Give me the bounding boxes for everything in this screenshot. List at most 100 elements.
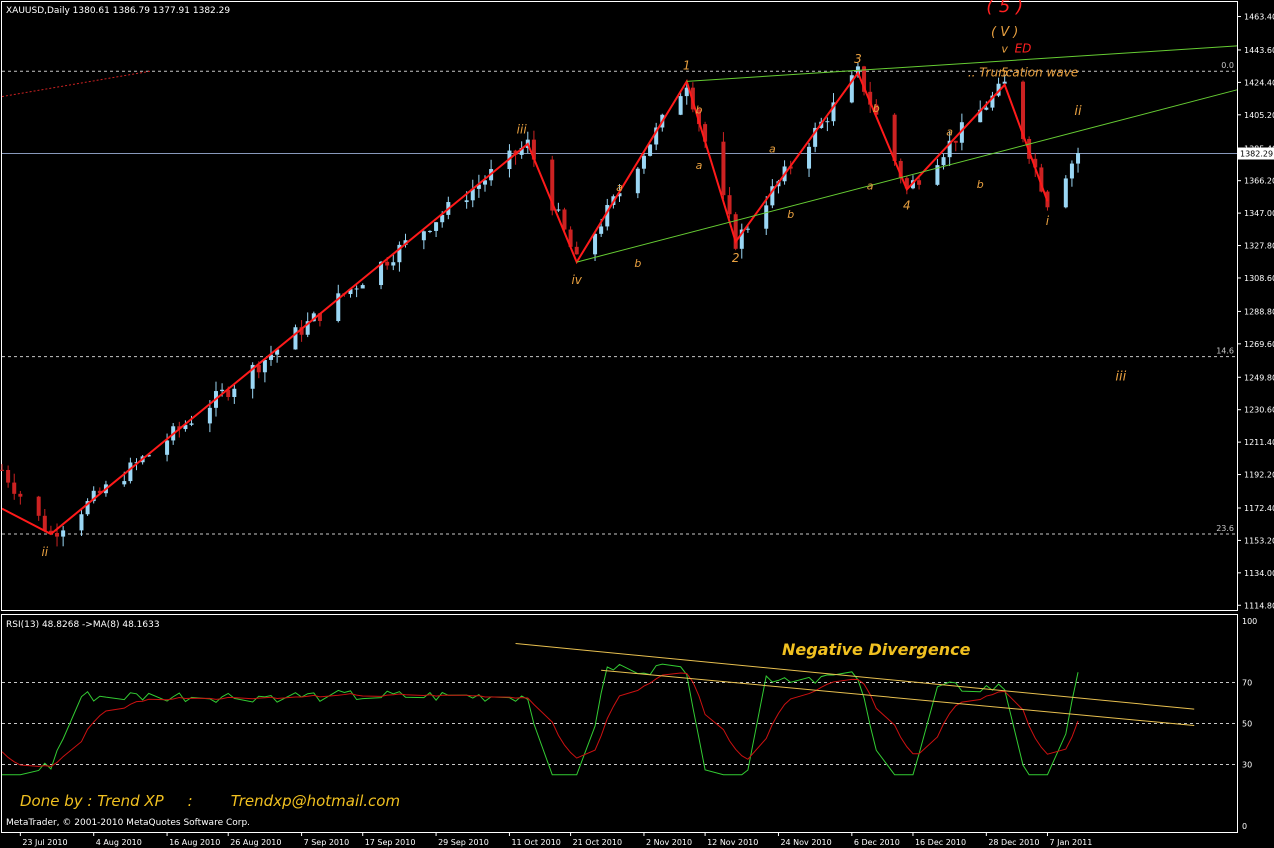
wave-label: ( V ) — [991, 25, 1018, 40]
time-tick-label: 2 Nov 2010 — [646, 838, 692, 847]
time-tick-label: 7 Jan 2011 — [1049, 838, 1092, 847]
candle-body — [293, 327, 298, 350]
candle-body — [984, 107, 989, 110]
symbol-header: XAUUSD,Daily 1380.61 1386.79 1377.91 138… — [6, 6, 230, 16]
wave-label: i — [1046, 214, 1050, 228]
rsi-line — [2, 663, 1079, 776]
fib-extension-line — [1, 70, 151, 98]
price-tick-label: 1192.20 — [1244, 471, 1274, 480]
price-tick-label: 1211.40 — [1244, 438, 1274, 447]
candle-body — [207, 407, 212, 424]
wave-label: a — [616, 181, 623, 194]
fib-level-label: 0.0 — [1221, 61, 1234, 70]
candle-body — [55, 532, 60, 537]
price-tick-label: 1443.60 — [1244, 46, 1274, 55]
candle-body — [421, 231, 426, 241]
wave-label: a — [696, 159, 703, 172]
wave-label: b — [695, 103, 702, 116]
candle-body — [12, 482, 17, 494]
rsi-header: RSI(13) 48.8268 ->MA(8) 48.1633 — [6, 620, 160, 630]
time-tick-label: 6 Dec 2010 — [854, 838, 900, 847]
price-tick-label: 1347.00 — [1244, 209, 1274, 218]
candle-body — [128, 462, 133, 482]
candles — [0, 62, 1081, 547]
rsi-tick-label: 100 — [1242, 617, 1257, 626]
time-tick-label: 21 Oct 2010 — [573, 838, 622, 847]
wave-label: 4 — [903, 199, 911, 213]
wave-line — [1, 70, 1049, 536]
wave-label: ED — [1015, 42, 1032, 56]
price-chart[interactable]: 0.014.623.6 iiiiiiv12345v( V )( 5 )ED.. … — [0, 0, 1274, 848]
time-tick-label: 16 Dec 2010 — [915, 838, 966, 847]
candle-body — [427, 230, 432, 232]
candle-body — [641, 155, 646, 169]
candle-body — [635, 168, 640, 194]
candle-body — [599, 226, 604, 234]
overlay-lines — [1, 45, 1238, 536]
wave-label: 1 — [683, 59, 691, 73]
price-tick-label: 1424.40 — [1244, 78, 1274, 87]
price-tick-label: 1269.60 — [1244, 340, 1274, 349]
time-tick-label: 16 Aug 2010 — [169, 838, 220, 847]
candle-body — [648, 144, 653, 156]
candle-body — [892, 114, 897, 161]
candle-body — [593, 233, 598, 255]
candle-body — [262, 359, 267, 373]
time-tick-label: 7 Sep 2010 — [304, 838, 350, 847]
candle-body — [391, 262, 396, 266]
time-tick-label: 11 Oct 2010 — [511, 838, 560, 847]
rsi-tick-label: 0 — [1242, 822, 1247, 831]
candle-body — [941, 157, 946, 166]
price-tick-label: 1366.20 — [1244, 177, 1274, 186]
candle-body — [1069, 163, 1074, 179]
candle-body — [721, 141, 726, 196]
price-tick-label: 1172.40 — [1244, 504, 1274, 513]
wave-label: ( 5 ) — [986, 0, 1023, 17]
price-tick-label: 1230.60 — [1244, 406, 1274, 415]
time-tick-label: 28 Dec 2010 — [988, 838, 1039, 847]
wave-label: ii — [41, 545, 48, 559]
upper-channel-line — [686, 45, 1238, 82]
time-tick-label: 24 Nov 2010 — [780, 838, 831, 847]
candle-body — [825, 121, 830, 123]
rsi-tick-label: 50 — [1242, 720, 1252, 729]
price-tick-label: 1114.80 — [1244, 601, 1274, 610]
fib-level-label: 23.6 — [1216, 524, 1234, 533]
candle-body — [385, 261, 390, 266]
copyright-text: MetaTrader, © 2001-2010 MetaQuotes Softw… — [6, 818, 250, 828]
price-tick-label: 1308.60 — [1244, 274, 1274, 283]
price-tick-label: 1153.20 — [1244, 536, 1274, 545]
rsi-tick-label: 70 — [1242, 679, 1252, 688]
candle-body — [18, 493, 23, 497]
price-tick-label: 1288.80 — [1244, 307, 1274, 316]
wave-label: b — [873, 102, 880, 115]
candle-body — [36, 496, 41, 516]
price-tick-label: 1249.80 — [1244, 373, 1274, 382]
candle-body — [953, 140, 958, 143]
rsi-tick-label: 30 — [1242, 761, 1252, 770]
divergence-line — [601, 669, 1195, 727]
candle-body — [464, 200, 469, 203]
candle-body — [165, 440, 170, 455]
price-tick-label: 1134.00 — [1244, 569, 1274, 578]
candle-body — [917, 180, 922, 185]
wave-label: b — [787, 208, 794, 221]
wave-labels: iiiiiiv12345v( V )( 5 )ED.. Truncation w… — [41, 0, 1126, 559]
wave-label: iii — [1115, 369, 1126, 384]
wave-label: b — [977, 178, 984, 191]
current-price-label: 1382.29 — [1240, 150, 1273, 159]
wave-label: .. Truncation wave — [968, 65, 1078, 79]
candle-body — [1063, 178, 1068, 208]
candle-body — [42, 515, 47, 531]
candle-body — [79, 514, 84, 531]
time-tick-label: 23 Jul 2010 — [22, 838, 67, 847]
candle-body — [360, 285, 365, 289]
main-panel — [1, 1, 1238, 611]
candle-body — [764, 205, 769, 229]
candle-body — [727, 195, 732, 215]
candle-body — [6, 469, 11, 483]
candle-body — [733, 214, 738, 249]
candle-body — [807, 146, 812, 169]
grid-lines: 0.0 14.6 23.6 — [1, 61, 1237, 765]
candle-body — [232, 388, 237, 397]
